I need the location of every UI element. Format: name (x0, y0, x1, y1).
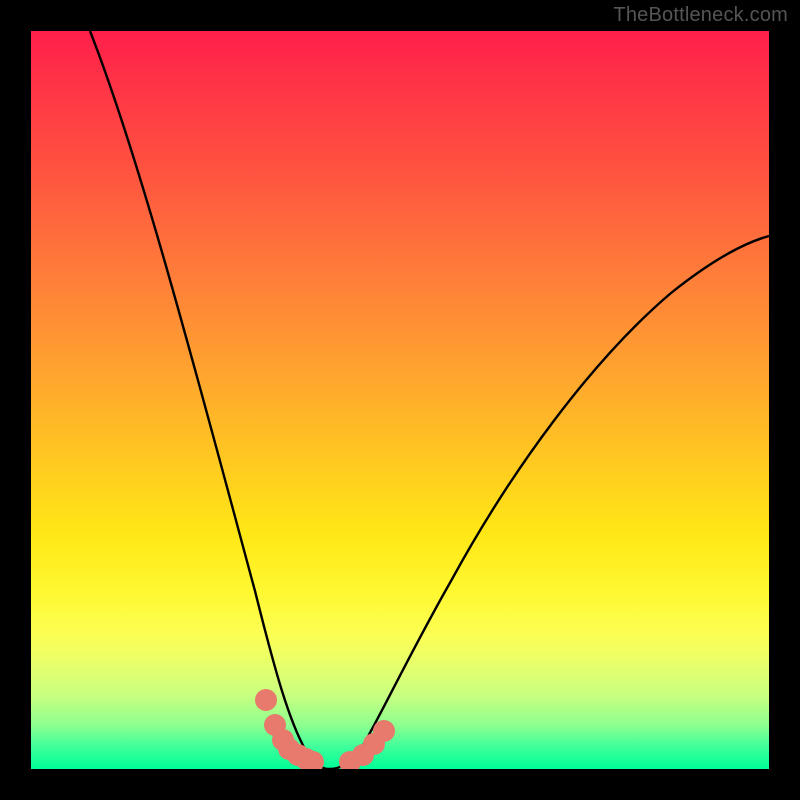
curve-left-group (90, 31, 329, 769)
curve-right-path (329, 236, 769, 769)
chart-frame: TheBottleneck.com (0, 0, 800, 800)
curve-left-path (90, 31, 329, 769)
chart-svg (31, 31, 769, 769)
marker-dot (255, 689, 277, 711)
marker-dot (373, 720, 395, 742)
markers-group (255, 689, 395, 769)
curve-right-group (329, 236, 769, 769)
watermark-text: TheBottleneck.com (613, 4, 788, 27)
